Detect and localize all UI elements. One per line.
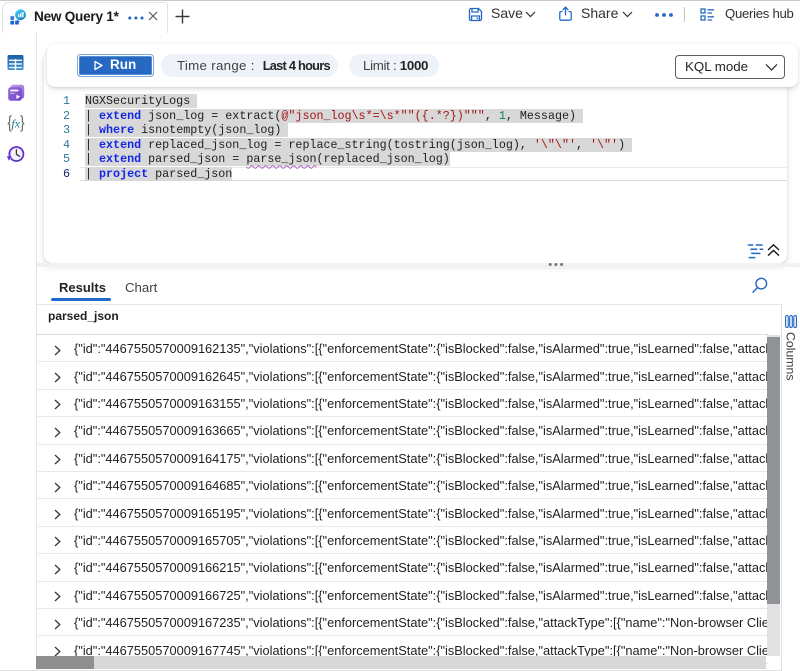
svg-text:fx: fx — [11, 116, 20, 130]
